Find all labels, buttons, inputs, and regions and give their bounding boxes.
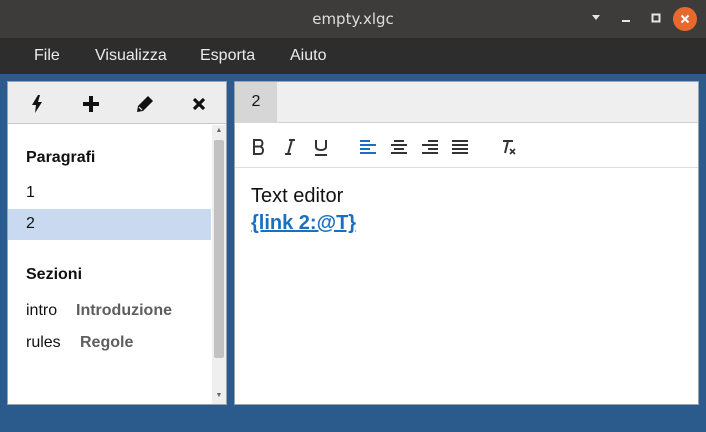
section-id: intro (26, 302, 58, 319)
minimize-button[interactable] (584, 6, 608, 30)
close-window-button[interactable] (673, 7, 697, 31)
sections-heading: Sezioni (26, 266, 83, 283)
underline-icon (315, 139, 327, 156)
align-right-icon (422, 140, 438, 154)
minimize-window-button[interactable] (614, 6, 638, 30)
list-item-selected[interactable]: 2 (8, 209, 211, 240)
bold-icon (253, 139, 264, 155)
add-button[interactable] (80, 93, 102, 115)
delete-button[interactable] (188, 93, 210, 115)
clear-format-icon (503, 140, 516, 155)
generate-button[interactable] (26, 93, 48, 115)
outline-panel: Paragrafi 1 2 Sezioni intro Introduzione… (7, 81, 227, 405)
paragraph-id: 1 (26, 184, 35, 201)
scroll-down-icon[interactable]: ▼ (214, 390, 224, 402)
close-icon (680, 14, 690, 24)
menu-file[interactable]: File (34, 47, 60, 65)
clear-format-button[interactable] (498, 136, 520, 158)
format-toolbar (235, 124, 698, 168)
align-left-icon (360, 140, 376, 154)
menu-visualizza[interactable]: Visualizza (95, 47, 167, 65)
outline-list: Paragrafi 1 2 Sezioni intro Introduzione… (8, 125, 212, 404)
editor-text: Text editor (251, 185, 344, 207)
edit-button[interactable] (134, 93, 156, 115)
editor-link[interactable]: {link 2:@T} (251, 212, 356, 235)
align-center-icon (391, 140, 407, 154)
square-icon (651, 13, 661, 23)
menu-esporta[interactable]: Esporta (200, 47, 255, 65)
menu-aiuto[interactable]: Aiuto (290, 47, 326, 65)
align-center-button[interactable] (388, 136, 410, 158)
paragraphs-heading: Paragrafi (26, 149, 96, 166)
text-editor[interactable]: Text editor {link 2:@T} (235, 169, 698, 404)
italic-icon (285, 139, 295, 155)
close-icon (192, 97, 206, 111)
lightning-icon (32, 95, 42, 113)
scrollbar[interactable]: ▲ ▼ (212, 125, 226, 404)
list-item[interactable]: intro Introduzione (8, 298, 211, 324)
section-name: Regole (80, 334, 134, 351)
scroll-thumb[interactable] (214, 140, 224, 358)
bold-button[interactable] (248, 136, 270, 158)
title-bar: empty.xlgc (0, 0, 706, 38)
tab-paragraph[interactable]: 2 (235, 82, 277, 123)
chevron-down-icon (592, 15, 600, 20)
paragraph-id: 2 (26, 215, 35, 232)
maximize-button[interactable] (644, 6, 668, 30)
minus-icon (622, 20, 630, 22)
list-item[interactable]: 1 (8, 178, 211, 209)
italic-button[interactable] (279, 136, 301, 158)
justify-button[interactable] (449, 136, 471, 158)
editor-panel: 2 Text editor {link 2:@T} (234, 81, 699, 405)
justify-icon (452, 140, 468, 154)
menu-bar: File Visualizza Esporta Aiuto (0, 38, 706, 74)
section-name: Introduzione (76, 302, 172, 319)
underline-button[interactable] (310, 136, 332, 158)
align-left-button[interactable] (357, 136, 379, 158)
pencil-icon (137, 96, 153, 112)
tab-bar: 2 (235, 82, 698, 123)
list-item[interactable]: rules Regole (8, 330, 211, 356)
section-id: rules (26, 334, 61, 351)
align-right-button[interactable] (419, 136, 441, 158)
plus-icon (83, 96, 99, 112)
outline-toolbar (8, 82, 226, 124)
scroll-up-icon[interactable]: ▲ (214, 125, 224, 137)
